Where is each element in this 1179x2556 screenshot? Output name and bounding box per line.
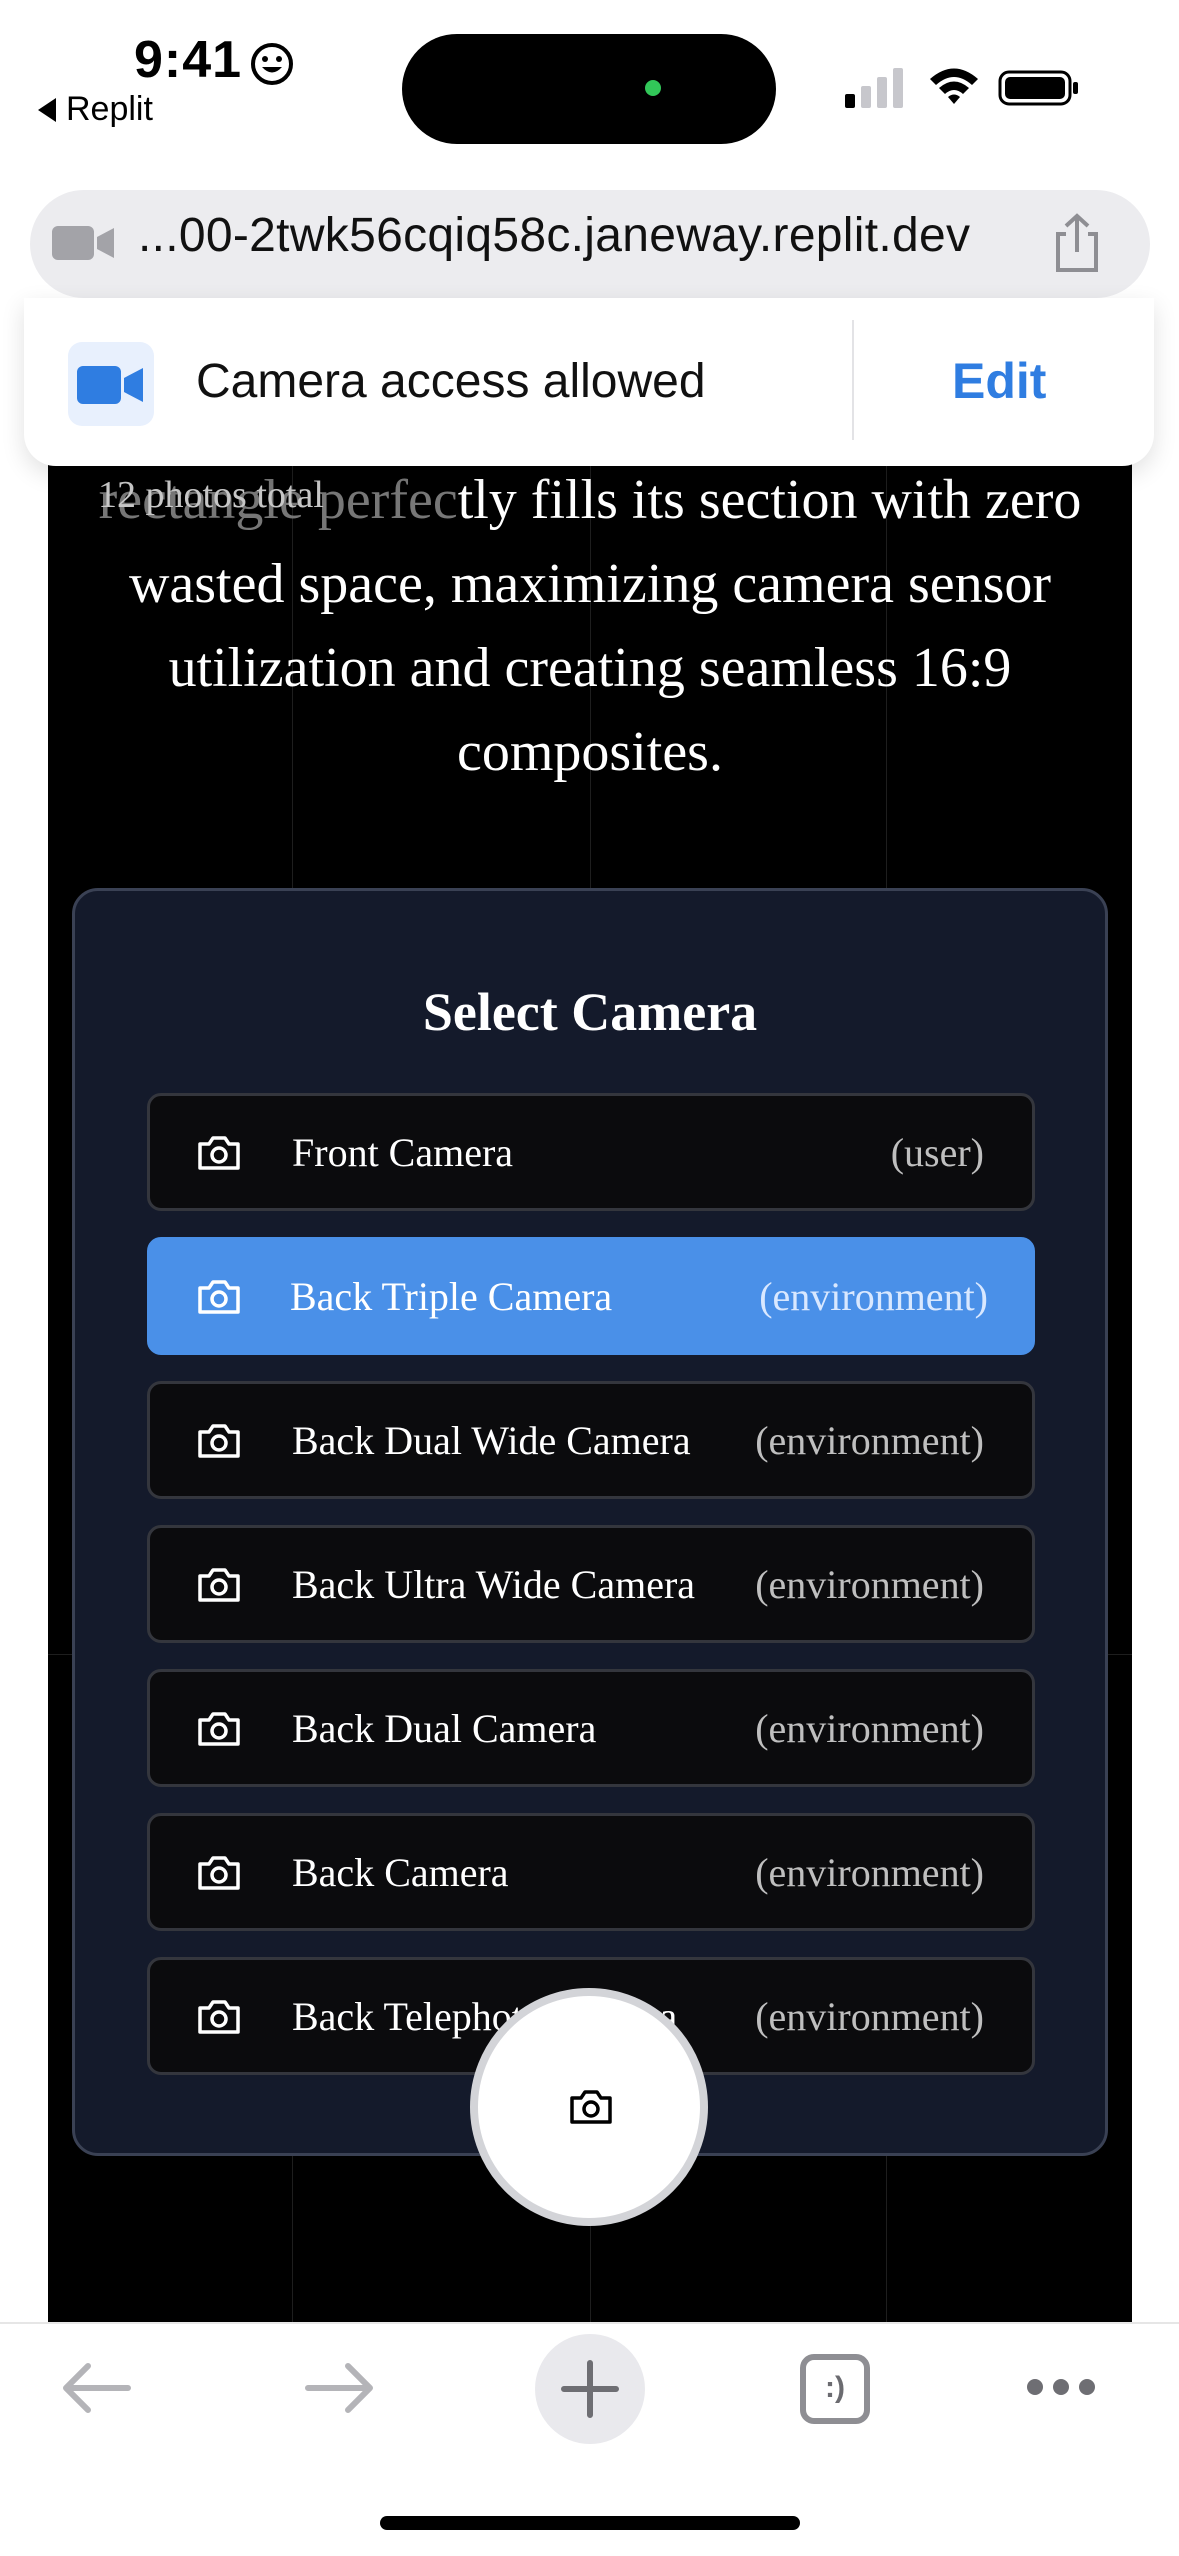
camera-permission-banner: Camera access allowed Edit	[24, 298, 1154, 466]
divider	[852, 320, 854, 440]
camera-facing: (environment)	[755, 1849, 984, 1895]
dynamic-island	[402, 34, 776, 144]
capture-button[interactable]	[470, 1988, 708, 2226]
camera-icon	[198, 2000, 240, 2034]
camera-indicator-dot	[645, 80, 661, 96]
camera-option-back[interactable]: Back Camera (environment)	[147, 1813, 1035, 1931]
camera-facing: (user)	[890, 1129, 984, 1175]
more-icon[interactable]	[1026, 2376, 1096, 2398]
permission-message: Camera access allowed	[196, 355, 706, 408]
camera-name: Back Dual Wide Camera	[292, 1417, 691, 1463]
plus-icon	[561, 2360, 619, 2418]
back-arrow-icon[interactable]	[60, 2362, 132, 2414]
camera-option-back-dual[interactable]: Back Dual Camera (environment)	[147, 1669, 1035, 1787]
camera-icon	[198, 1424, 240, 1458]
video-camera-icon	[77, 366, 143, 404]
camera-icon	[198, 1568, 240, 1602]
camera-icon	[198, 1280, 240, 1314]
camera-name: Back Dual Camera	[292, 1705, 597, 1751]
video-camera-icon[interactable]	[52, 222, 116, 264]
camera-option-front[interactable]: Front Camera (user)	[147, 1093, 1035, 1211]
home-indicator	[380, 2516, 800, 2530]
camera-name: Front Camera	[292, 1129, 514, 1175]
back-triangle-icon	[38, 97, 56, 122]
new-tab-button[interactable]	[535, 2334, 645, 2444]
url-text[interactable]: ...00-2twk56cqiq58c.janeway.replit.dev	[138, 208, 970, 263]
photo-count: 12 photos total	[98, 474, 324, 516]
camera-icon	[198, 1136, 240, 1170]
camera-facing: (environment)	[755, 1705, 984, 1751]
smiley-icon	[251, 43, 293, 85]
camera-facing: (environment)	[755, 1417, 984, 1463]
camera-icon	[198, 1712, 240, 1746]
signal-icon	[845, 68, 903, 108]
camera-icon	[198, 1856, 240, 1890]
camera-name: Back Camera	[292, 1849, 509, 1895]
back-to-app-link[interactable]: Replit	[38, 90, 153, 129]
camera-name: Back Triple Camera	[290, 1273, 613, 1319]
back-app-label: Replit	[66, 90, 153, 128]
permission-icon-container	[68, 342, 154, 426]
camera-icon	[570, 2090, 612, 2124]
camera-selector-panel: Select Camera Front Camera (user) Back T…	[72, 888, 1108, 2156]
camera-option-back-triple[interactable]: Back Triple Camera (environment)	[147, 1237, 1035, 1355]
camera-option-back-dual-wide[interactable]: Back Dual Wide Camera (environment)	[147, 1381, 1035, 1499]
camera-name: Back Ultra Wide Camera	[292, 1561, 696, 1607]
permission-edit-button[interactable]: Edit	[952, 352, 1046, 410]
camera-facing: (environment)	[759, 1273, 988, 1319]
camera-list: Front Camera (user) Back Triple Camera (…	[147, 1093, 1035, 2101]
wifi-icon	[930, 68, 978, 104]
share-icon[interactable]	[1052, 212, 1102, 274]
status-bar: 9:41 Replit	[0, 0, 1179, 160]
forward-arrow-icon[interactable]	[304, 2362, 376, 2414]
status-time: 9:41	[134, 31, 243, 89]
camera-facing: (environment)	[755, 1993, 984, 2039]
tabs-button[interactable]: :)	[800, 2354, 870, 2424]
camera-facing: (environment)	[755, 1561, 984, 1607]
camera-option-back-ultra-wide[interactable]: Back Ultra Wide Camera (environment)	[147, 1525, 1035, 1643]
panel-title: Select Camera	[422, 982, 758, 1042]
battery-icon	[998, 70, 1078, 106]
